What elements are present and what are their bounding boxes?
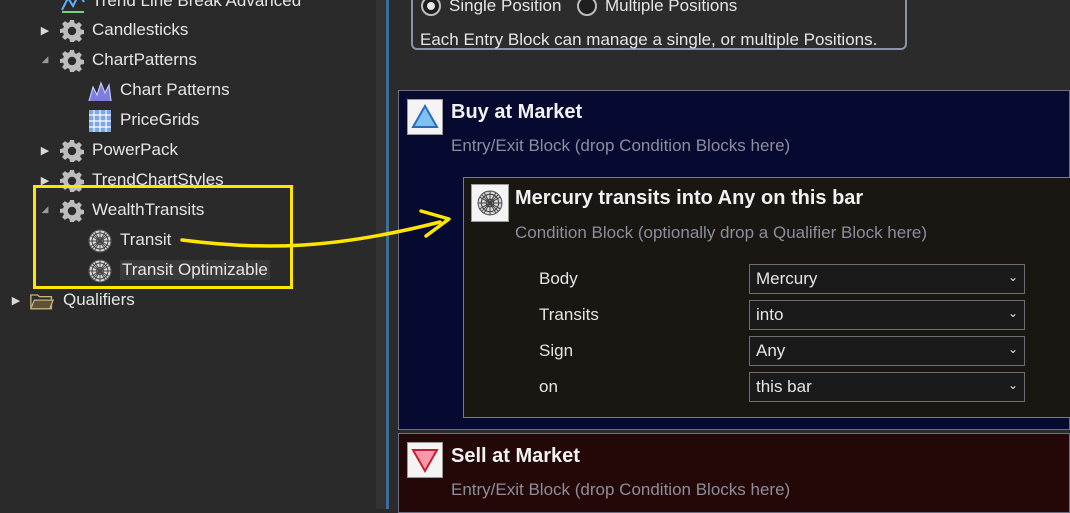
sell-block-subtitle: Entry/Exit Block (drop Condition Blocks … [451, 480, 791, 499]
param-label-transits: Transits [539, 305, 599, 324]
transits-select[interactable]: into ⌄ [749, 300, 1025, 330]
folder-icon [30, 294, 54, 310]
chevron-down-icon: ⌄ [1007, 378, 1018, 392]
gear-icon [60, 139, 84, 163]
tree-item-label: Trend Line Break Advanced [92, 0, 302, 10]
transits-select-value: into [756, 305, 784, 324]
tree-item-pricegrids[interactable]: PriceGrids [0, 106, 376, 136]
buy-block-subtitle: Entry/Exit Block (drop Condition Blocks … [451, 136, 791, 155]
param-label-sign: Sign [539, 341, 574, 360]
chevron-down-icon: ⌄ [1007, 270, 1018, 284]
multiple-positions-radio[interactable] [577, 0, 597, 16]
position-options-description: Each Entry Block can manage a single, or… [420, 30, 878, 49]
tree-item-label: PowerPack [92, 140, 178, 159]
sign-select-value: Any [756, 341, 786, 360]
tree-item-label: ChartPatterns [92, 50, 197, 69]
sell-at-market-block[interactable]: Sell at Market Entry/Exit Block (drop Co… [398, 433, 1070, 513]
transit-condition-block[interactable]: Mercury transits into Any on this bar Co… [463, 177, 1070, 418]
tree-item-candlesticks[interactable]: ▶ Candlesticks [0, 16, 376, 46]
tree-item-trend-line-break-advanced[interactable]: Trend Line Break Advanced [0, 0, 376, 17]
position-options-group: Single Position Multiple Positions Each … [411, 0, 907, 50]
single-position-label[interactable]: Single Position [449, 0, 561, 16]
body-select[interactable]: Mercury ⌄ [749, 264, 1025, 294]
on-select[interactable]: this bar ⌄ [749, 372, 1025, 402]
chevron-down-icon: ⌄ [1007, 306, 1018, 320]
highlight-box-annotation [33, 185, 293, 289]
multiple-positions-label[interactable]: Multiple Positions [605, 0, 737, 16]
sell-triangle-icon [407, 442, 443, 478]
tree-item-chartpatterns[interactable]: ◢ ChartPatterns [0, 46, 376, 76]
on-select-value: this bar [756, 377, 812, 396]
expand-arrow-icon[interactable]: ▶ [10, 294, 22, 307]
expand-arrow-icon[interactable]: ▶ [39, 24, 51, 37]
chart-pattern-icon [88, 81, 112, 102]
trend-line-icon [61, 0, 85, 13]
astro-wheel-icon [471, 184, 509, 222]
condition-block-subtitle: Condition Block (optionally drop a Quali… [515, 223, 927, 242]
collapse-arrow-icon[interactable]: ◢ [39, 54, 51, 65]
gear-icon [60, 49, 84, 73]
tree-item-chart-patterns[interactable]: Chart Patterns [0, 76, 376, 106]
single-position-radio[interactable] [421, 0, 441, 16]
tree-item-powerpack[interactable]: ▶ PowerPack [0, 136, 376, 166]
tree-item-qualifiers[interactable]: ▶ Qualifiers [0, 286, 376, 316]
buy-block-title: Buy at Market [451, 101, 583, 123]
param-label-on: on [539, 377, 558, 396]
buy-triangle-icon [407, 99, 443, 135]
tree-item-label: PriceGrids [120, 110, 200, 129]
param-label-body: Body [539, 269, 578, 288]
chevron-down-icon: ⌄ [1007, 342, 1018, 356]
body-select-value: Mercury [756, 269, 818, 288]
tree-item-label: Qualifiers [63, 290, 135, 309]
grid-icon [89, 110, 111, 132]
sell-block-title: Sell at Market [451, 445, 580, 467]
condition-block-title: Mercury transits into Any on this bar [515, 187, 864, 209]
expand-arrow-icon[interactable]: ▶ [39, 144, 51, 157]
panel-splitter[interactable] [376, 0, 386, 509]
gear-icon [60, 19, 84, 43]
tree-item-label: Candlesticks [92, 20, 189, 39]
sign-select[interactable]: Any ⌄ [749, 336, 1025, 366]
tree-item-label: Chart Patterns [120, 80, 230, 99]
